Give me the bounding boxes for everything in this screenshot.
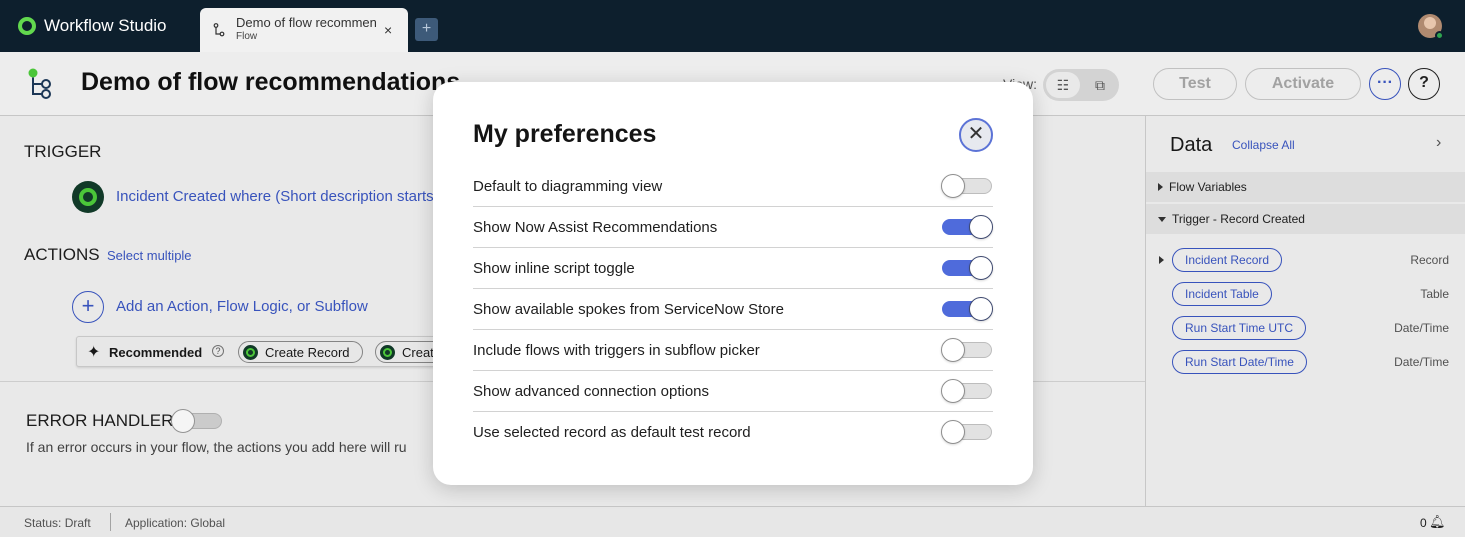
tab-subtitle: Flow [236, 31, 258, 42]
preference-row: Include flows with triggers in subflow p… [473, 330, 993, 371]
tab-flow[interactable]: Demo of flow recommen Flow × [200, 8, 408, 52]
preference-toggle[interactable] [942, 256, 993, 280]
preferences-dialog: My preferences ✕ Default to diagramming … [433, 82, 1033, 485]
close-icon[interactable]: ✕ [959, 118, 993, 152]
preference-row: Default to diagramming view [473, 166, 993, 207]
close-tab-icon[interactable]: × [384, 22, 392, 38]
brand[interactable]: Workflow Studio [18, 0, 167, 52]
preference-label: Default to diagramming view [473, 178, 663, 195]
dialog-title: My preferences [473, 120, 657, 148]
preferences-list: Default to diagramming view Show Now Ass… [473, 166, 993, 453]
preference-row: Show Now Assist Recommendations [473, 207, 993, 248]
presence-status-icon [1435, 31, 1444, 40]
servicenow-logo-icon [18, 17, 36, 35]
preference-row: Show advanced connection options [473, 371, 993, 412]
preference-label: Include flows with triggers in subflow p… [473, 342, 760, 359]
preference-label: Show Now Assist Recommendations [473, 219, 718, 236]
flow-branch-icon [212, 23, 226, 37]
avatar[interactable] [1418, 14, 1444, 40]
preference-toggle[interactable] [941, 420, 992, 444]
preference-label: Show advanced connection options [473, 383, 710, 400]
preference-row: Use selected record as default test reco… [473, 412, 993, 453]
preference-toggle[interactable] [941, 379, 992, 403]
tab-title: Demo of flow recommen [236, 16, 376, 30]
preference-toggle[interactable] [941, 174, 992, 198]
brand-name: Workflow Studio [44, 16, 167, 35]
preference-label: Use selected record as default test reco… [473, 424, 751, 441]
preference-toggle[interactable] [941, 338, 992, 362]
add-tab-button[interactable]: + [415, 18, 438, 41]
preference-row: Show available spokes from ServiceNow St… [473, 289, 993, 330]
preference-toggle[interactable] [942, 297, 993, 321]
preference-toggle[interactable] [942, 215, 993, 239]
preference-label: Show inline script toggle [473, 260, 635, 277]
top-bar: Workflow Studio Demo of flow recommen Fl… [0, 0, 1465, 52]
preference-row: Show inline script toggle [473, 248, 993, 289]
preference-label: Show available spokes from ServiceNow St… [473, 301, 784, 318]
